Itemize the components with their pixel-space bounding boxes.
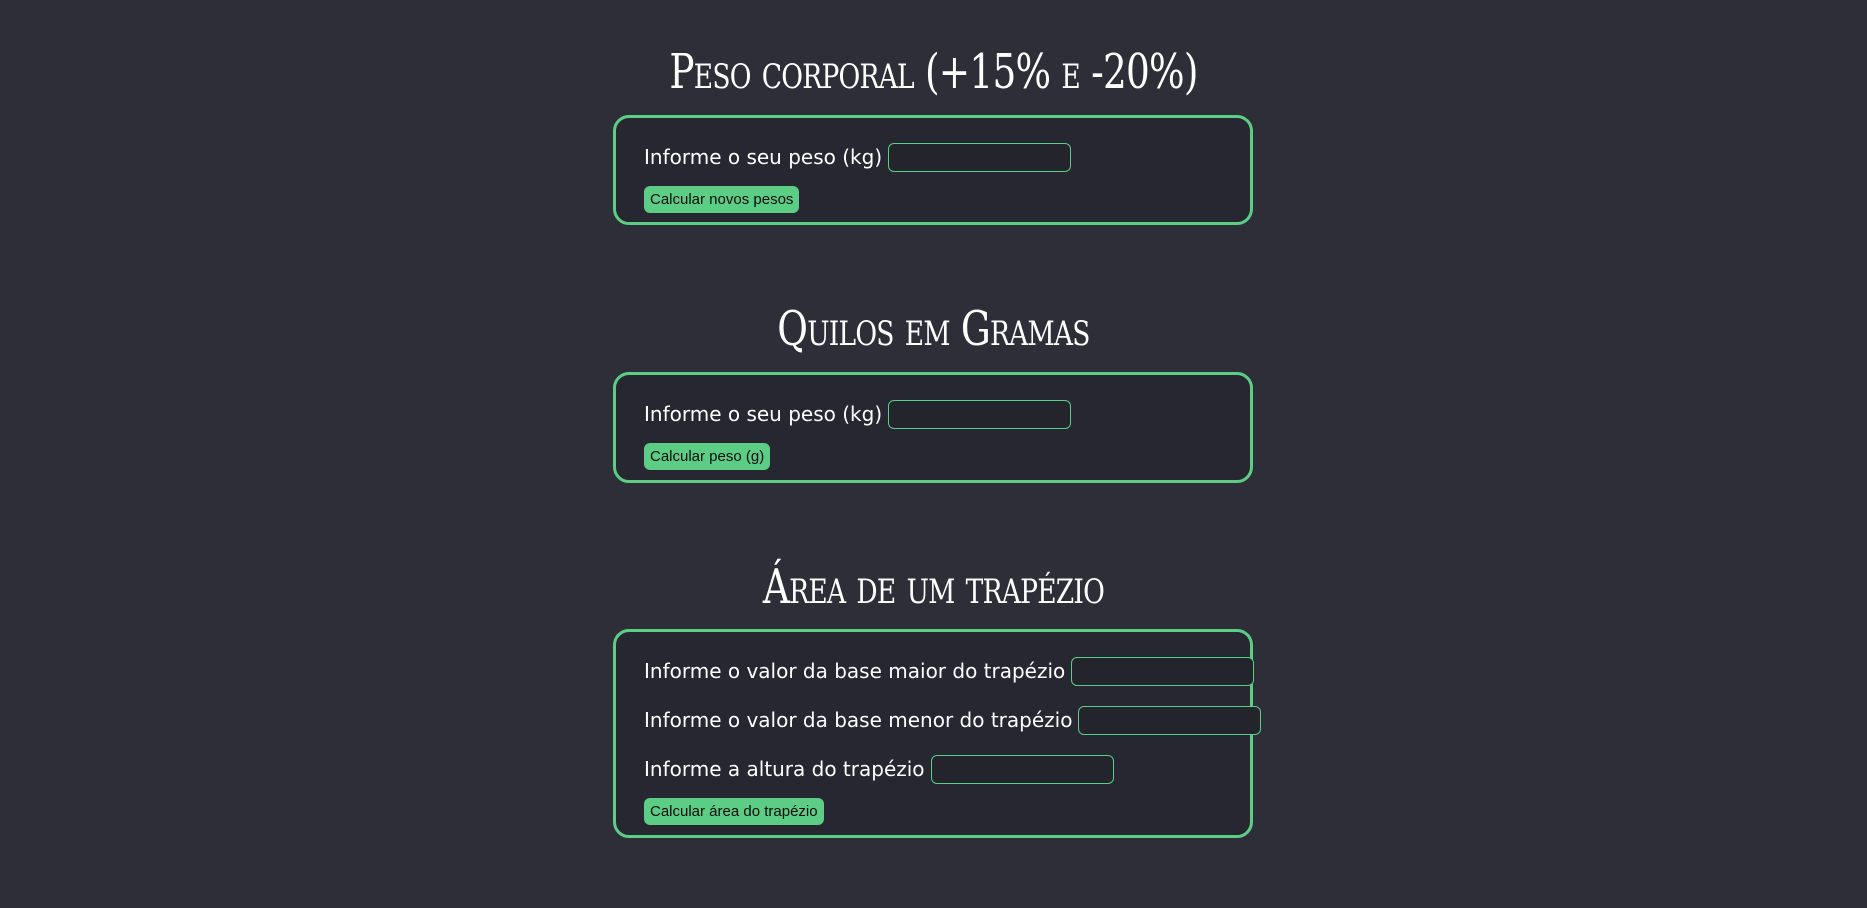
- section-quilos-gramas: Quilos em Gramas: [0, 301, 1867, 357]
- section-area-trapezio: Área de um trapézio: [0, 559, 1867, 615]
- calculate-new-weights-button[interactable]: Calcular novos pesos: [644, 186, 800, 213]
- weight-input[interactable]: [888, 399, 1072, 429]
- minor-base-label: Informe o valor da base menor do trapézi…: [644, 708, 1073, 732]
- calculate-grams-button[interactable]: Calcular peso (g): [644, 443, 771, 470]
- weight-label: Informe o seu peso (kg): [644, 145, 883, 169]
- major-base-label: Informe o valor da base maior do trapézi…: [644, 659, 1066, 683]
- form-row: Informe o valor da base maior do trapézi…: [644, 656, 1255, 686]
- form-row: Informe o seu peso (kg): [644, 142, 1250, 172]
- card-peso-corporal: Informe o seu peso (kg) Calcular novos p…: [613, 115, 1253, 225]
- section-title: Área de um trapézio: [762, 559, 1105, 615]
- minor-base-input[interactable]: [1078, 705, 1262, 735]
- form-row: Informe a altura do trapézio: [644, 754, 1250, 784]
- weight-input[interactable]: [888, 142, 1072, 172]
- weight-label: Informe o seu peso (kg): [644, 402, 883, 426]
- section-title: Peso corporal (+15% e -20%): [669, 44, 1198, 100]
- form-row: Informe o valor da base menor do trapézi…: [644, 705, 1262, 735]
- height-input[interactable]: [930, 754, 1114, 784]
- section-title: Quilos em Gramas: [777, 301, 1090, 357]
- card-quilos-gramas: Informe o seu peso (kg) Calcular peso (g…: [613, 372, 1253, 483]
- page: Peso corporal (+15% e -20%) Informe o se…: [0, 0, 1867, 908]
- section-peso-corporal: Peso corporal (+15% e -20%): [0, 44, 1867, 100]
- form-row: Informe o seu peso (kg): [644, 399, 1250, 429]
- card-area-trapezio: Informe o valor da base maior do trapézi…: [613, 629, 1262, 838]
- calculate-trapezoid-area-button[interactable]: Calcular área do trapézio: [644, 798, 824, 825]
- height-label: Informe a altura do trapézio: [644, 757, 925, 781]
- major-base-input[interactable]: [1071, 656, 1255, 686]
